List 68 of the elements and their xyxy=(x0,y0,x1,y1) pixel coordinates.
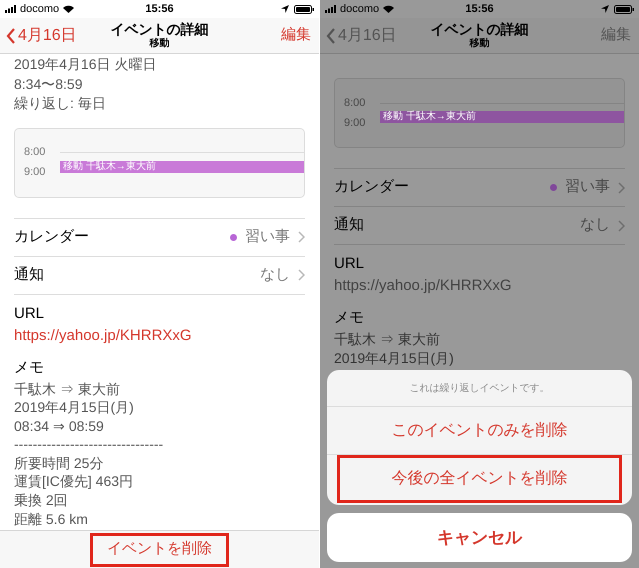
nav-subtitle: 移動 xyxy=(150,38,170,50)
memo-text: 08:34 ⇒ 08:59 xyxy=(14,416,105,436)
row-value: 習い事 xyxy=(245,226,290,247)
memo-text: 所要時間 25分 xyxy=(14,454,104,472)
url-link[interactable]: https://yahoo.jp/KHRRXxG xyxy=(14,324,305,346)
back-button[interactable]: 4月16日 xyxy=(326,24,397,48)
action-sheet-option[interactable]: 今後の全イベントを削除 xyxy=(337,455,622,503)
nav-title: イベントの詳細 xyxy=(430,20,528,38)
hour-label: 9:00 xyxy=(24,165,46,180)
detail-row[interactable]: 通知 なし xyxy=(334,207,625,245)
status-time: 15:56 xyxy=(465,2,494,17)
action-sheet-option[interactable]: このイベントのみを削除 xyxy=(327,407,632,455)
memo-text: 千駄木 ⇒ 東大前 xyxy=(14,380,121,398)
row-value: なし xyxy=(260,264,290,285)
row-label: カレンダー xyxy=(334,177,409,198)
detail-row[interactable]: 通知 なし xyxy=(14,256,305,294)
memo-text: 距離 5.6 km xyxy=(14,510,89,528)
signal-icon xyxy=(325,5,337,13)
chevron-right-icon xyxy=(618,220,625,232)
row-value: なし xyxy=(580,215,610,236)
memo-text: 千駄木 ⇒ 東大前 xyxy=(334,330,441,349)
status-time: 15:56 xyxy=(145,2,174,17)
url-label: URL xyxy=(334,254,366,274)
chevron-right-icon xyxy=(618,182,625,194)
location-arrow-icon xyxy=(601,5,609,13)
edit-button[interactable]: 編集 xyxy=(601,24,633,47)
location-arrow-icon xyxy=(281,5,289,13)
row-label: 通知 xyxy=(14,264,44,285)
memo-text: 2019年4月15日(月) xyxy=(334,348,455,368)
row-label: 通知 xyxy=(334,215,364,236)
row-value: 習い事 xyxy=(565,177,610,198)
event-info-text: 繰り返し: 毎日 xyxy=(14,94,107,113)
chevron-left-icon xyxy=(6,28,16,44)
back-button[interactable]: 4月16日 xyxy=(6,24,77,48)
cancel-button[interactable]: キャンセル xyxy=(327,513,632,562)
chevron-right-icon xyxy=(298,269,305,281)
event-info-text: 8:34〜8:59 xyxy=(14,74,84,94)
memo-label: メモ xyxy=(14,358,45,378)
signal-icon xyxy=(5,5,17,13)
hour-label: 9:00 xyxy=(344,116,366,131)
hour-label: 8:00 xyxy=(24,145,46,160)
memo-text: 運賃[IC優先] 463円 xyxy=(14,472,134,492)
event-bar: 移動 千駄木→東大前 xyxy=(380,111,624,123)
wifi-icon xyxy=(63,5,74,13)
memo-label: メモ xyxy=(334,308,365,328)
battery-icon xyxy=(614,4,634,14)
action-sheet-title: これは繰り返しイベントです。 xyxy=(327,370,632,407)
carrier-name: docomo xyxy=(340,2,380,17)
row-label: カレンダー xyxy=(14,226,89,247)
event-info-text: 2019年4月16日 火曜日 xyxy=(14,55,158,74)
delete-event-button[interactable]: イベントを削除 xyxy=(90,532,229,566)
chevron-right-icon xyxy=(298,231,305,243)
nav-title: イベントの詳細 xyxy=(110,20,208,38)
nav-subtitle: 移動 xyxy=(470,38,490,50)
memo-text: -------------------------------- xyxy=(14,435,164,454)
edit-button[interactable]: 編集 xyxy=(281,24,313,47)
wifi-icon xyxy=(383,5,394,13)
memo-text: 乗換 2回 xyxy=(14,491,69,510)
detail-row[interactable]: カレンダー 習い事 xyxy=(334,169,625,207)
url-label: URL xyxy=(14,304,46,324)
memo-text: 2019年4月15日(月) xyxy=(14,398,135,417)
chevron-left-icon xyxy=(326,28,336,44)
event-bar: 移動 千駄木→東大前 xyxy=(60,160,304,172)
detail-row[interactable]: カレンダー 習い事 xyxy=(14,218,305,256)
carrier-name: docomo xyxy=(20,2,60,17)
url-link[interactable]: https://yahoo.jp/KHRRXxG xyxy=(334,275,625,297)
battery-icon xyxy=(294,4,314,14)
hour-label: 8:00 xyxy=(344,96,366,111)
